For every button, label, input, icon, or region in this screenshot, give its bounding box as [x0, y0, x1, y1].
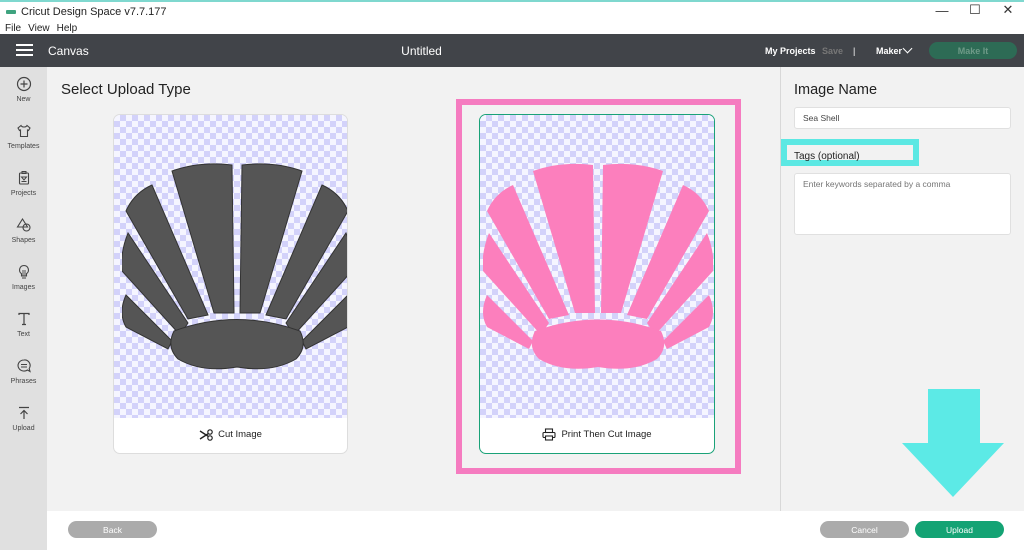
- shapes-icon: [16, 217, 31, 232]
- sidebar-label: Projects: [10, 190, 37, 197]
- back-button[interactable]: Back: [68, 521, 157, 538]
- cut-image-label: Cut Image: [218, 429, 262, 440]
- document-title: Untitled: [401, 43, 442, 58]
- lightbulb-icon: [18, 264, 29, 279]
- speech-bubble-icon: [17, 359, 31, 373]
- sidebar-label: Images: [12, 284, 35, 291]
- sidebar-item-upload[interactable]: Upload: [0, 405, 47, 432]
- cricut-logo-icon: [6, 10, 16, 14]
- machine-select[interactable]: Maker: [876, 46, 902, 56]
- chevron-down-icon[interactable]: [902, 43, 913, 54]
- sidebar-label: Shapes: [11, 237, 36, 244]
- make-it-button[interactable]: Make It: [929, 42, 1017, 59]
- sidebar-item-new[interactable]: New: [0, 76, 47, 103]
- my-projects-link[interactable]: My Projects: [765, 46, 816, 56]
- text-icon: [17, 312, 30, 326]
- sidebar-item-text[interactable]: Text: [0, 311, 47, 338]
- scissors-icon: [199, 428, 213, 441]
- sidebar-item-shapes[interactable]: Shapes: [0, 217, 47, 244]
- sidebar-label: Upload: [12, 425, 35, 432]
- sidebar-item-templates[interactable]: Templates: [0, 123, 47, 150]
- menu-bar: File View Help: [0, 22, 1024, 34]
- app-header: Canvas Untitled My Projects Save | Maker…: [0, 34, 1024, 67]
- sidebar-item-phrases[interactable]: Phrases: [0, 358, 47, 385]
- sidebar-item-images[interactable]: Images: [0, 264, 47, 291]
- annotation-highlight-box: [456, 99, 741, 474]
- sidebar-item-projects[interactable]: Projects: [0, 170, 47, 197]
- upload-icon: [18, 406, 29, 419]
- sidebar-label: Phrases: [10, 378, 37, 385]
- header-divider: |: [853, 45, 856, 56]
- cut-image-option[interactable]: Cut Image: [113, 114, 348, 454]
- sidebar-label: New: [16, 96, 31, 103]
- close-button[interactable]: ✕: [988, 0, 1024, 20]
- cancel-button[interactable]: Cancel: [820, 521, 909, 538]
- menu-help[interactable]: Help: [57, 23, 78, 34]
- annotation-arrow-down-icon: [902, 389, 1004, 497]
- shirt-icon: [16, 124, 31, 138]
- plus-circle-icon: [16, 76, 31, 92]
- window-title: Cricut Design Space v7.7.177: [21, 6, 167, 18]
- seashell-preview-gray: [122, 163, 347, 370]
- window-titlebar: Cricut Design Space v7.7.177: [0, 0, 1024, 22]
- sidebar-label: Text: [17, 331, 30, 338]
- left-sidebar: New Templates Projects Shapes Images Tex…: [0, 67, 47, 550]
- image-name-input[interactable]: [794, 107, 1011, 129]
- image-name-heading: Image Name: [794, 82, 878, 98]
- menu-view[interactable]: View: [28, 23, 50, 34]
- upload-button[interactable]: Upload: [915, 521, 1004, 538]
- save-link[interactable]: Save: [822, 46, 843, 56]
- page-title: Select Upload Type: [61, 81, 191, 98]
- tags-label: Tags (optional): [794, 151, 860, 162]
- card-footer: Cut Image: [114, 416, 347, 453]
- projects-icon: [18, 171, 29, 185]
- menu-file[interactable]: File: [5, 23, 21, 34]
- tags-input[interactable]: [794, 173, 1011, 235]
- sidebar-label: Templates: [7, 143, 40, 150]
